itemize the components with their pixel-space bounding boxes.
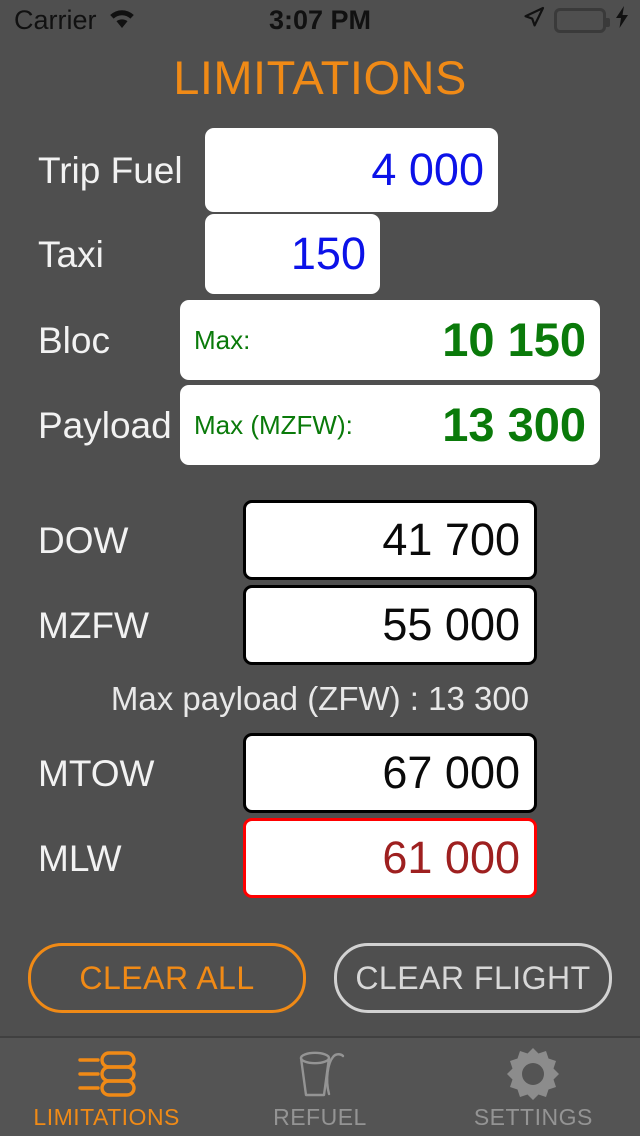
value-mzfw: 55 000 (382, 599, 520, 650)
sublabel-payload-max-mzfw: Max (MZFW): (194, 410, 353, 440)
cup-straw-icon (292, 1048, 348, 1100)
row-mzfw: MZFW 55 000 (0, 585, 640, 665)
clock-label: 3:07 PM (268, 4, 372, 35)
max-payload-note: Max payload (ZFW) : 13 300 (110, 680, 530, 717)
value-bloc: 10 150 (442, 313, 586, 366)
status-bar-right (522, 0, 630, 40)
tab-label-refuel: REFUEL (273, 1104, 367, 1130)
clear-all-label: CLEAR ALL (79, 959, 255, 996)
clear-all-button[interactable]: CLEAR ALL (28, 943, 306, 1013)
row-label-trip-fuel: Trip Fuel (38, 149, 183, 191)
row-bloc: Bloc Max: 10 150 (0, 300, 640, 380)
tab-refuel[interactable]: REFUEL (213, 1038, 426, 1136)
row-payload: Payload Max (MZFW): 13 300 (0, 385, 640, 465)
tab-bar: LIMITATIONS REFUEL SETTINGS (0, 1036, 640, 1136)
row-taxi: Taxi 150 (0, 214, 640, 294)
page-title: LIMITATIONS (173, 51, 467, 104)
input-taxi[interactable]: 150 (205, 214, 380, 294)
output-bloc: Max: 10 150 (180, 300, 600, 380)
tab-label-settings: SETTINGS (473, 1104, 593, 1130)
app-screen: Carrier 3:07 PM LIMITATIONS Trip Fuel 4 … (0, 0, 640, 1136)
clear-flight-label: CLEAR FLIGHT (355, 959, 591, 996)
tab-limitations[interactable]: LIMITATIONS (0, 1038, 213, 1136)
row-dow: DOW 41 700 (0, 500, 640, 580)
lightning-bolt-icon (614, 5, 630, 36)
row-label-taxi: Taxi (38, 233, 104, 275)
row-label-dow: DOW (38, 519, 129, 561)
row-label-mzfw: MZFW (38, 604, 149, 646)
input-trip-fuel[interactable]: 4 000 (205, 128, 498, 212)
row-label-bloc: Bloc (38, 319, 110, 361)
input-mlw[interactable]: 61 000 (243, 818, 537, 898)
clear-flight-button[interactable]: CLEAR FLIGHT (334, 943, 612, 1013)
output-payload: Max (MZFW): 13 300 (180, 385, 600, 465)
input-mtow[interactable]: 67 000 (243, 733, 537, 813)
battery-full-icon (554, 7, 610, 33)
tab-label-limitations: LIMITATIONS (33, 1104, 180, 1130)
location-arrow-icon (522, 5, 546, 36)
gear-icon (507, 1048, 560, 1100)
value-mlw: 61 000 (382, 832, 520, 883)
status-bar: Carrier 3:07 PM (0, 0, 640, 40)
row-label-mtow: MTOW (38, 752, 155, 794)
row-trip-fuel: Trip Fuel 4 000 (0, 128, 640, 212)
input-dow[interactable]: 41 700 (243, 500, 537, 580)
tab-settings[interactable]: SETTINGS (427, 1038, 640, 1136)
sublabel-bloc-max: Max: (194, 325, 251, 355)
row-mtow: MTOW 67 000 (0, 733, 640, 813)
value-payload: 13 300 (442, 398, 586, 451)
input-mzfw[interactable]: 55 000 (243, 585, 537, 665)
value-dow: 41 700 (382, 514, 520, 565)
value-taxi: 150 (290, 228, 366, 279)
value-mtow: 67 000 (382, 747, 520, 798)
value-trip-fuel: 4 000 (371, 144, 484, 195)
sliders-icon (76, 1048, 138, 1100)
row-mlw: MLW 61 000 (0, 818, 640, 898)
row-label-payload: Payload (38, 404, 172, 446)
row-label-mlw: MLW (38, 837, 122, 879)
